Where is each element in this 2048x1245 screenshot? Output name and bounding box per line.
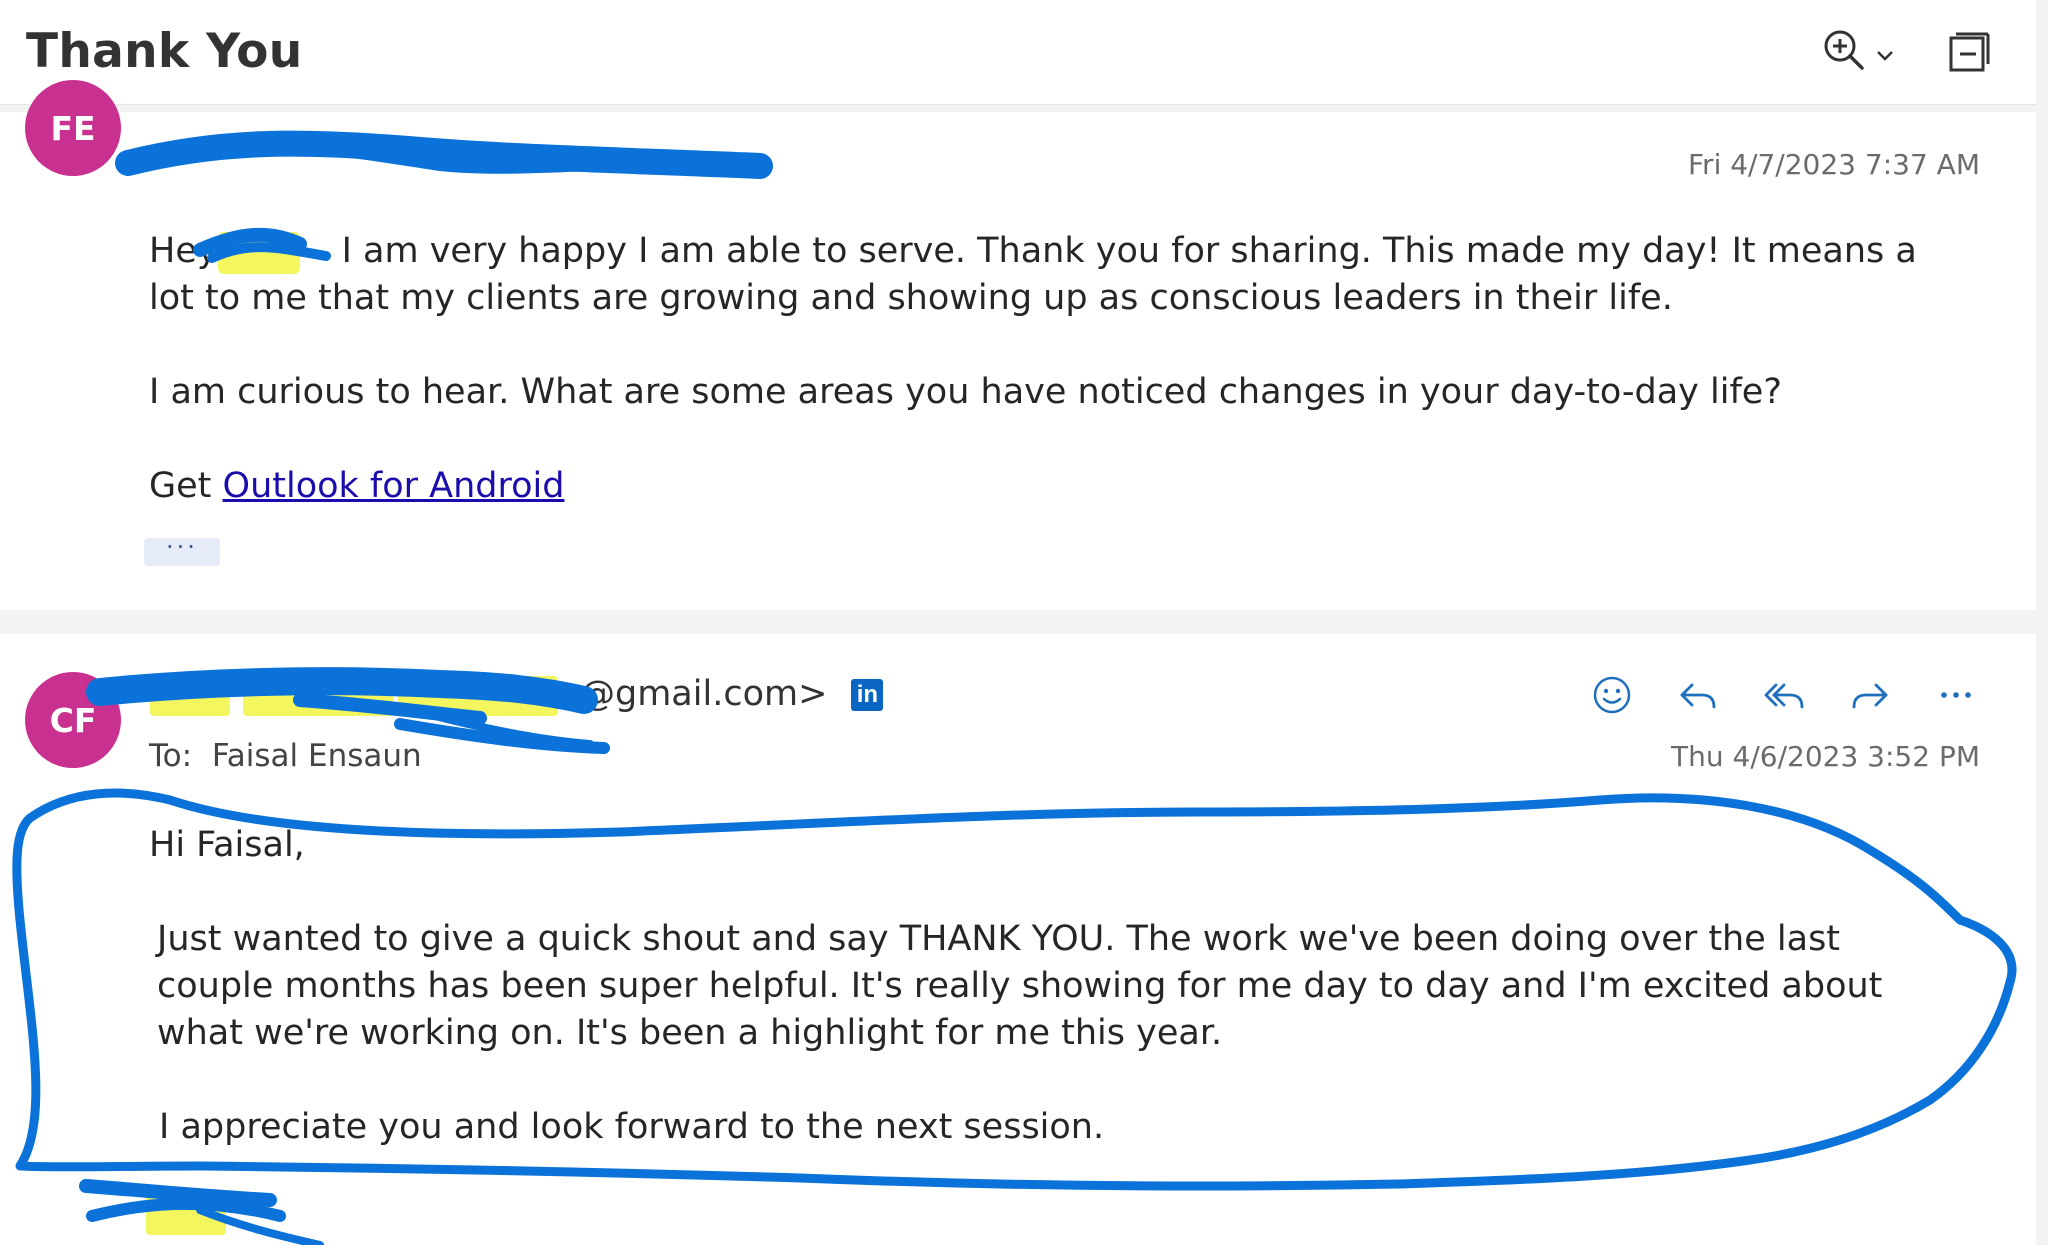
email-thread-view: Thank You FE Fri 4/7/2023 7:37 AM Hey I … (0, 0, 2048, 1245)
sender-line[interactable]: @gmail.com> in (148, 674, 884, 714)
email-subject: Thank You (26, 24, 303, 79)
forward-icon (1852, 683, 1888, 709)
message-body: Hi Faisal, Just wanted to give a quick s… (149, 822, 1949, 1151)
zoom-button[interactable] (1820, 28, 1910, 78)
body-paragraph: I am curious to hear. What are some area… (149, 372, 1782, 412)
body-text: I am very happy I am able to serve. Than… (149, 231, 1917, 318)
avatar: CF (25, 672, 121, 768)
zoom-in-icon (1824, 30, 1893, 70)
greeting-word: Hey (149, 231, 218, 271)
body-paragraph: Hey I am very happy I am able to serve. T… (149, 228, 1949, 322)
outlook-android-link[interactable]: Outlook for Android (223, 466, 565, 506)
body-paragraph: Just wanted to give a quick shout and sa… (157, 919, 1883, 1053)
message-actions (1586, 670, 1982, 720)
popout-button[interactable] (1946, 30, 1992, 76)
more-actions-button[interactable] (1930, 670, 1982, 720)
sender-email: @gmail.com> (580, 674, 828, 714)
avatar: FE (25, 80, 121, 176)
reply-all-icon (1764, 683, 1804, 709)
reply-all-button[interactable] (1758, 670, 1810, 720)
signature-line: Get Outlook for Android (149, 463, 1949, 510)
chevron-down-icon (1877, 51, 1893, 61)
recipient-line: To: Faisal Ensaun (149, 738, 422, 774)
popout-window-icon (1949, 32, 1990, 72)
message-item[interactable]: FE Fri 4/7/2023 7:37 AM Hey I am very hap… (0, 80, 2036, 610)
message-body: Hey I am very happy I am able to serve. T… (149, 228, 1949, 510)
message-date: Fri 4/7/2023 7:37 AM (1687, 148, 1980, 181)
reply-icon (1680, 683, 1716, 709)
emoji-icon (1593, 676, 1631, 714)
recipient-name[interactable]: Faisal Ensaun (212, 738, 422, 774)
body-paragraph: I appreciate you and look forward to the… (159, 1107, 1105, 1147)
more-options-icon (1941, 692, 1971, 698)
reading-pane-header: Thank You (0, 0, 2036, 105)
forward-button[interactable] (1844, 670, 1896, 720)
signature-prefix: Get (149, 466, 223, 506)
message-date: Thu 4/6/2023 3:52 PM (1671, 740, 1980, 773)
linkedin-icon[interactable]: in (851, 679, 884, 711)
to-label: To: (149, 738, 193, 774)
reply-button[interactable] (1672, 670, 1724, 720)
body-greeting: Hi Faisal, (149, 825, 305, 865)
show-more-button[interactable]: ··· (144, 535, 220, 566)
message-item[interactable]: CF @gmail.com> in To: Faisal Ensaun Thu 4… (0, 634, 2036, 1245)
react-button[interactable] (1586, 670, 1638, 720)
